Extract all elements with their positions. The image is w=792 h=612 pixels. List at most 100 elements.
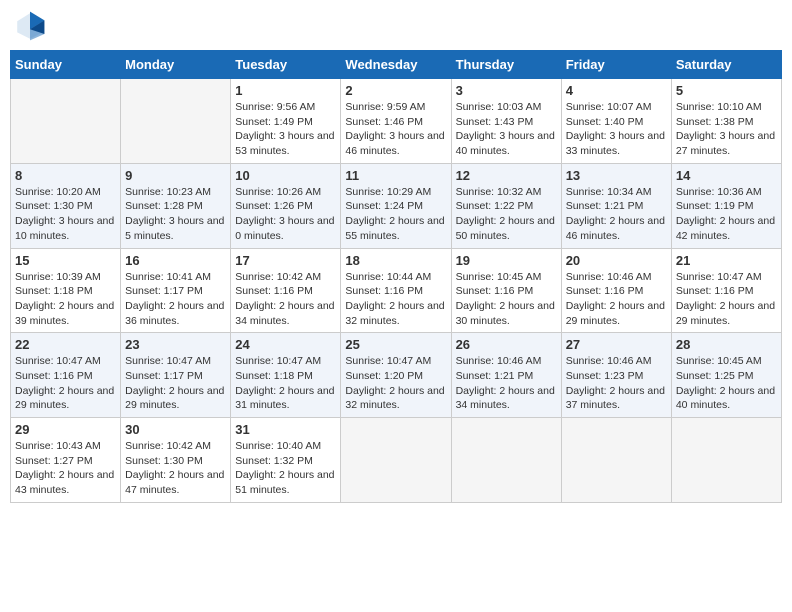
page-header	[10, 10, 782, 42]
day-number: 25	[345, 337, 446, 352]
day-info: Sunrise: 10:20 AMSunset: 1:30 PMDaylight…	[15, 185, 116, 244]
day-info: Sunrise: 10:46 AMSunset: 1:16 PMDaylight…	[566, 270, 667, 329]
calendar-cell: 22Sunrise: 10:47 AMSunset: 1:16 PMDaylig…	[11, 333, 121, 418]
calendar-cell	[121, 79, 231, 164]
calendar-cell: 13 Sunrise: 10:34 AMSunset: 1:21 PMDaylig…	[561, 163, 671, 248]
calendar-cell: 21 Sunrise: 10:47 AMSunset: 1:16 PMDaylig…	[671, 248, 781, 333]
day-info: Sunrise: 9:56 AMSunset: 1:49 PMDaylight:…	[235, 100, 336, 159]
calendar-cell: 1 Sunrise: 9:56 AMSunset: 1:49 PMDaylight…	[231, 79, 341, 164]
calendar-cell: 9 Sunrise: 10:23 AMSunset: 1:28 PMDayligh…	[121, 163, 231, 248]
calendar-cell: 2Sunrise: 9:59 AMSunset: 1:46 PMDaylight…	[341, 79, 451, 164]
day-number: 11	[345, 168, 446, 183]
day-number: 23	[125, 337, 226, 352]
calendar-cell: 26 Sunrise: 10:46 AMSunset: 1:21 PMDaylig…	[451, 333, 561, 418]
day-header-saturday: Saturday	[671, 51, 781, 79]
day-number: 18	[345, 253, 446, 268]
calendar-cell: 10 Sunrise: 10:26 AMSunset: 1:26 PMDaylig…	[231, 163, 341, 248]
calendar-cell	[341, 418, 451, 503]
day-info: Sunrise: 10:40 AMSunset: 1:32 PMDaylight…	[235, 439, 336, 498]
day-info: Sunrise: 10:07 AMSunset: 1:40 PMDaylight…	[566, 100, 667, 159]
calendar-cell: 28 Sunrise: 10:45 AMSunset: 1:25 PMDaylig…	[671, 333, 781, 418]
calendar-cell: 16 Sunrise: 10:41 AMSunset: 1:17 PMDaylig…	[121, 248, 231, 333]
day-number: 10	[235, 168, 336, 183]
day-number: 30	[125, 422, 226, 437]
logo	[14, 10, 50, 42]
day-number: 17	[235, 253, 336, 268]
day-number: 29	[15, 422, 116, 437]
day-info: Sunrise: 10:03 AMSunset: 1:43 PMDaylight…	[456, 100, 557, 159]
day-info: Sunrise: 10:47 AMSunset: 1:20 PMDaylight…	[345, 354, 446, 413]
day-info: Sunrise: 10:45 AMSunset: 1:25 PMDaylight…	[676, 354, 777, 413]
calendar-cell: 12 Sunrise: 10:32 AMSunset: 1:22 PMDaylig…	[451, 163, 561, 248]
calendar-cell: 24 Sunrise: 10:47 AMSunset: 1:18 PMDaylig…	[231, 333, 341, 418]
day-info: Sunrise: 10:42 AMSunset: 1:30 PMDaylight…	[125, 439, 226, 498]
day-info: Sunrise: 10:34 AMSunset: 1:21 PMDaylight…	[566, 185, 667, 244]
day-number: 27	[566, 337, 667, 352]
day-info: Sunrise: 10:47 AMSunset: 1:18 PMDaylight…	[235, 354, 336, 413]
calendar-cell: 15 Sunrise: 10:39 AMSunset: 1:18 PMDaylig…	[11, 248, 121, 333]
day-number: 2	[345, 83, 446, 98]
day-info: Sunrise: 10:41 AMSunset: 1:17 PMDaylight…	[125, 270, 226, 329]
day-number: 24	[235, 337, 336, 352]
logo-icon	[14, 10, 46, 42]
day-number: 22	[15, 337, 116, 352]
calendar-cell: 5 Sunrise: 10:10 AMSunset: 1:38 PMDayligh…	[671, 79, 781, 164]
calendar-cell: 20 Sunrise: 10:46 AMSunset: 1:16 PMDaylig…	[561, 248, 671, 333]
day-number: 14	[676, 168, 777, 183]
day-header-tuesday: Tuesday	[231, 51, 341, 79]
calendar-cell: 27 Sunrise: 10:46 AMSunset: 1:23 PMDaylig…	[561, 333, 671, 418]
calendar-cell: 14 Sunrise: 10:36 AMSunset: 1:19 PMDaylig…	[671, 163, 781, 248]
calendar-cell: 31 Sunrise: 10:40 AMSunset: 1:32 PMDaylig…	[231, 418, 341, 503]
day-info: Sunrise: 10:43 AMSunset: 1:27 PMDaylight…	[15, 439, 116, 498]
day-info: Sunrise: 10:36 AMSunset: 1:19 PMDaylight…	[676, 185, 777, 244]
calendar-cell: 23 Sunrise: 10:47 AMSunset: 1:17 PMDaylig…	[121, 333, 231, 418]
day-number: 31	[235, 422, 336, 437]
day-number: 1	[235, 83, 336, 98]
day-header-friday: Friday	[561, 51, 671, 79]
calendar-cell: 3 Sunrise: 10:03 AMSunset: 1:43 PMDayligh…	[451, 79, 561, 164]
day-number: 20	[566, 253, 667, 268]
day-info: Sunrise: 10:42 AMSunset: 1:16 PMDaylight…	[235, 270, 336, 329]
day-number: 8	[15, 168, 116, 183]
calendar-cell: 25 Sunrise: 10:47 AMSunset: 1:20 PMDaylig…	[341, 333, 451, 418]
calendar-cell: 30 Sunrise: 10:42 AMSunset: 1:30 PMDaylig…	[121, 418, 231, 503]
day-info: Sunrise: 10:39 AMSunset: 1:18 PMDaylight…	[15, 270, 116, 329]
calendar-cell: 4 Sunrise: 10:07 AMSunset: 1:40 PMDayligh…	[561, 79, 671, 164]
day-number: 3	[456, 83, 557, 98]
day-number: 15	[15, 253, 116, 268]
day-info: Sunrise: 10:32 AMSunset: 1:22 PMDaylight…	[456, 185, 557, 244]
day-number: 21	[676, 253, 777, 268]
calendar-cell	[671, 418, 781, 503]
calendar-cell: 8 Sunrise: 10:20 AMSunset: 1:30 PMDayligh…	[11, 163, 121, 248]
calendar-cell	[561, 418, 671, 503]
day-header-monday: Monday	[121, 51, 231, 79]
day-number: 28	[676, 337, 777, 352]
calendar-cell: 11 Sunrise: 10:29 AMSunset: 1:24 PMDaylig…	[341, 163, 451, 248]
day-info: Sunrise: 10:47 AMSunset: 1:17 PMDaylight…	[125, 354, 226, 413]
calendar-cell: 17 Sunrise: 10:42 AMSunset: 1:16 PMDaylig…	[231, 248, 341, 333]
day-info: Sunrise: 10:46 AMSunset: 1:23 PMDaylight…	[566, 354, 667, 413]
day-info: Sunrise: 10:47 AMSunset: 1:16 PMDaylight…	[676, 270, 777, 329]
day-number: 4	[566, 83, 667, 98]
day-info: Sunrise: 10:26 AMSunset: 1:26 PMDaylight…	[235, 185, 336, 244]
calendar-cell	[451, 418, 561, 503]
calendar-table: SundayMondayTuesdayWednesdayThursdayFrid…	[10, 50, 782, 503]
day-number: 13	[566, 168, 667, 183]
calendar-cell: 29 Sunrise: 10:43 AMSunset: 1:27 PMDaylig…	[11, 418, 121, 503]
day-header-thursday: Thursday	[451, 51, 561, 79]
day-info: Sunrise: 10:44 AMSunset: 1:16 PMDaylight…	[345, 270, 446, 329]
day-info: Sunrise: 10:10 AMSunset: 1:38 PMDaylight…	[676, 100, 777, 159]
day-number: 26	[456, 337, 557, 352]
day-header-sunday: Sunday	[11, 51, 121, 79]
day-number: 16	[125, 253, 226, 268]
day-info: Sunrise: 10:46 AMSunset: 1:21 PMDaylight…	[456, 354, 557, 413]
calendar-cell	[11, 79, 121, 164]
day-info: Sunrise: 10:29 AMSunset: 1:24 PMDaylight…	[345, 185, 446, 244]
day-number: 19	[456, 253, 557, 268]
day-number: 12	[456, 168, 557, 183]
day-number: 5	[676, 83, 777, 98]
calendar-cell: 18 Sunrise: 10:44 AMSunset: 1:16 PMDaylig…	[341, 248, 451, 333]
day-info: Sunrise: 10:45 AMSunset: 1:16 PMDaylight…	[456, 270, 557, 329]
day-number: 9	[125, 168, 226, 183]
day-info: Sunrise: 10:23 AMSunset: 1:28 PMDaylight…	[125, 185, 226, 244]
